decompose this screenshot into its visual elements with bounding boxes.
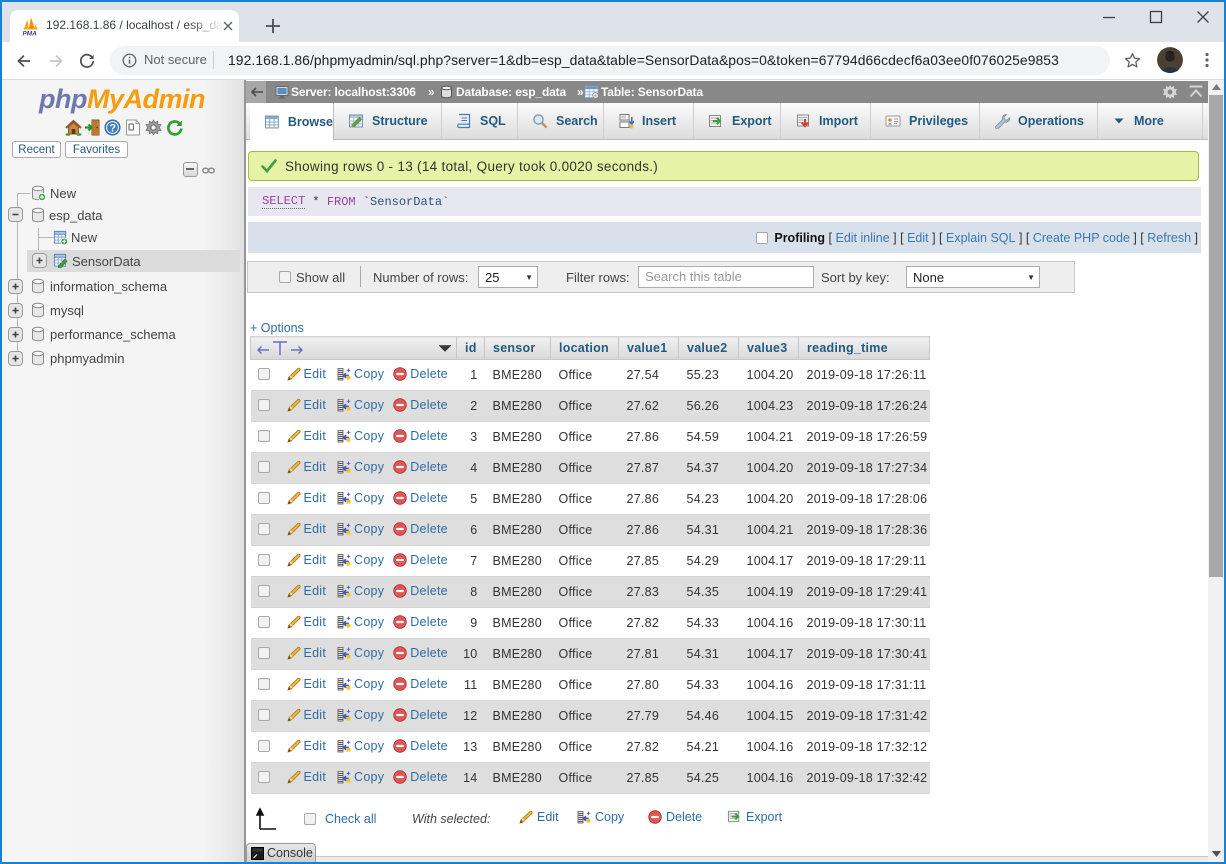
svg-text:PMA: PMA [23,31,38,37]
svg-text:?: ? [109,123,116,135]
